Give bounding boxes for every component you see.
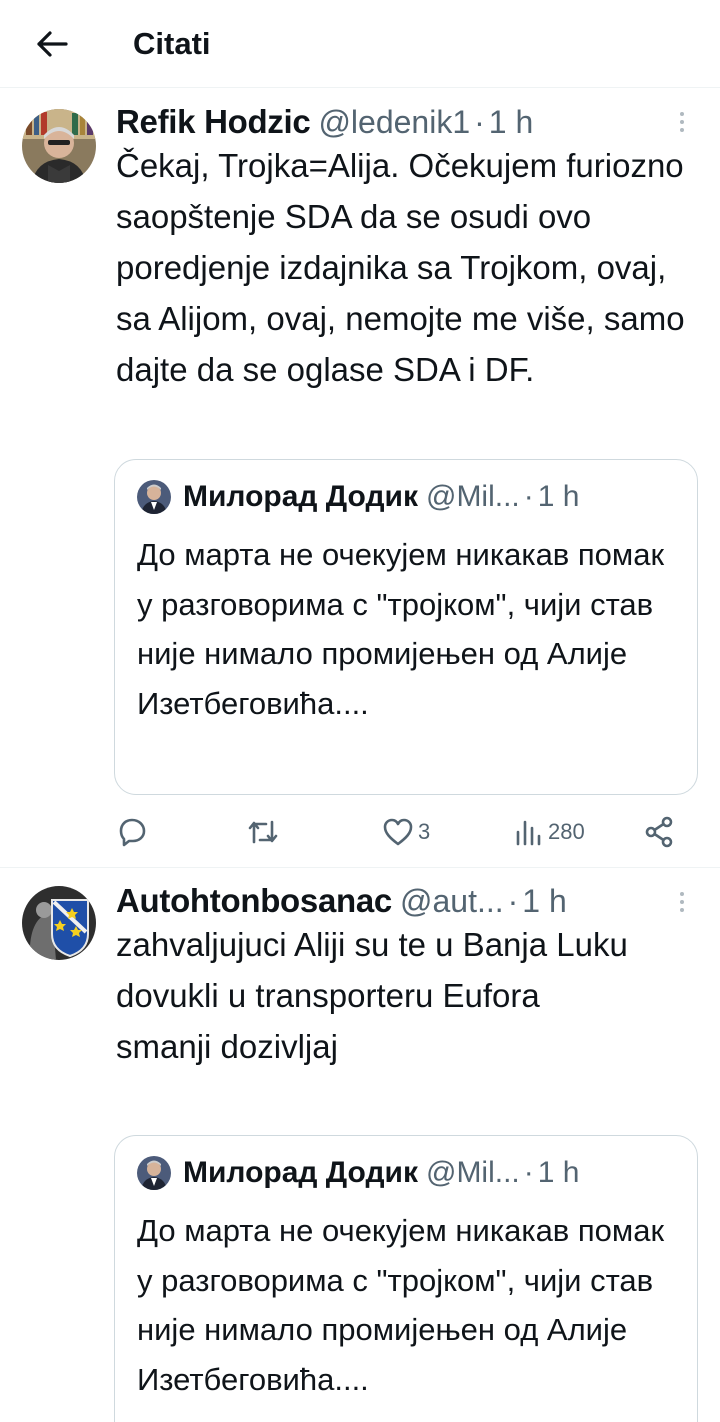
more-options-icon[interactable]: [670, 888, 694, 918]
quote-timestamp: 1 h: [537, 1156, 580, 1189]
quote-author-handle: @Mil...: [425, 480, 520, 513]
tweet[interactable]: Refik Hodzic @ledenik1 · 1 h Čekaj, Troj…: [0, 89, 720, 868]
back-button[interactable]: [28, 20, 76, 68]
quote-timestamp: 1 h: [537, 480, 580, 513]
quote-author-name: Милорад Додик: [183, 480, 418, 513]
quoted-tweet[interactable]: Милорад Додик @Mil... · 1 h До марта не …: [114, 459, 698, 795]
heart-icon: [383, 818, 413, 846]
retweet-button[interactable]: [246, 812, 284, 852]
quoted-tweet[interactable]: Милорад Додик @Mil... · 1 h До марта не …: [114, 1135, 698, 1422]
share-icon: [645, 816, 673, 848]
retweet-icon: [248, 820, 278, 844]
more-options-icon[interactable]: [670, 108, 694, 138]
quote-text: До марта не очекујем никакав помак у раз…: [137, 537, 673, 721]
tweet-text: zahvaljujuci Aliji su te u Banja Luku do…: [116, 926, 628, 1065]
views-icon: [516, 820, 541, 846]
separator-dot: ·: [523, 480, 534, 513]
tweet-actions: 3 280: [116, 812, 686, 852]
author-handle[interactable]: @ledenik1: [318, 104, 470, 141]
like-count: 3: [418, 819, 431, 844]
separator-dot: ·: [523, 1156, 534, 1189]
quote-avatar: [137, 480, 171, 514]
tweet-text: Čekaj, Trojka=Alija. Očekujem furiozno s…: [116, 147, 694, 388]
view-count: 280: [548, 819, 585, 844]
separator-dot: ·: [474, 103, 485, 140]
tweet[interactable]: Autohtonbosanac @aut... · 1 h zahvaljuju…: [0, 869, 720, 1422]
avatar[interactable]: [22, 886, 96, 960]
separator-dot: ·: [507, 882, 519, 919]
tweet-header: Autohtonbosanac @aut... · 1 h: [116, 879, 676, 923]
author-name[interactable]: Autohtonbosanac: [116, 882, 392, 920]
top-bar: Citati: [0, 0, 720, 88]
quote-author-handle: @Mil...: [425, 1156, 520, 1189]
tweet-header: Refik Hodzic @ledenik1 · 1 h: [116, 100, 676, 144]
quote-header: Милорад Додик @Mil... · 1 h: [137, 480, 682, 514]
quote-header: Милорад Додик @Mil... · 1 h: [137, 1156, 682, 1190]
page-title: Citati: [133, 26, 211, 61]
arrow-left-icon: [37, 31, 68, 57]
reply-icon: [119, 818, 146, 847]
avatar[interactable]: [22, 109, 96, 183]
views-button[interactable]: 280: [514, 812, 585, 852]
quote-text: До марта не очекујем никакав помак у раз…: [137, 1213, 673, 1397]
reply-button[interactable]: [116, 812, 152, 852]
share-button[interactable]: [644, 812, 674, 852]
timestamp[interactable]: 1 h: [489, 104, 533, 141]
like-button[interactable]: 3: [382, 812, 430, 852]
author-name[interactable]: Refik Hodzic: [116, 103, 311, 141]
quote-author-name: Милорад Додик: [183, 1156, 418, 1189]
timestamp[interactable]: 1 h: [522, 883, 566, 920]
author-handle[interactable]: @aut...: [400, 883, 504, 920]
quote-avatar: [137, 1156, 171, 1190]
